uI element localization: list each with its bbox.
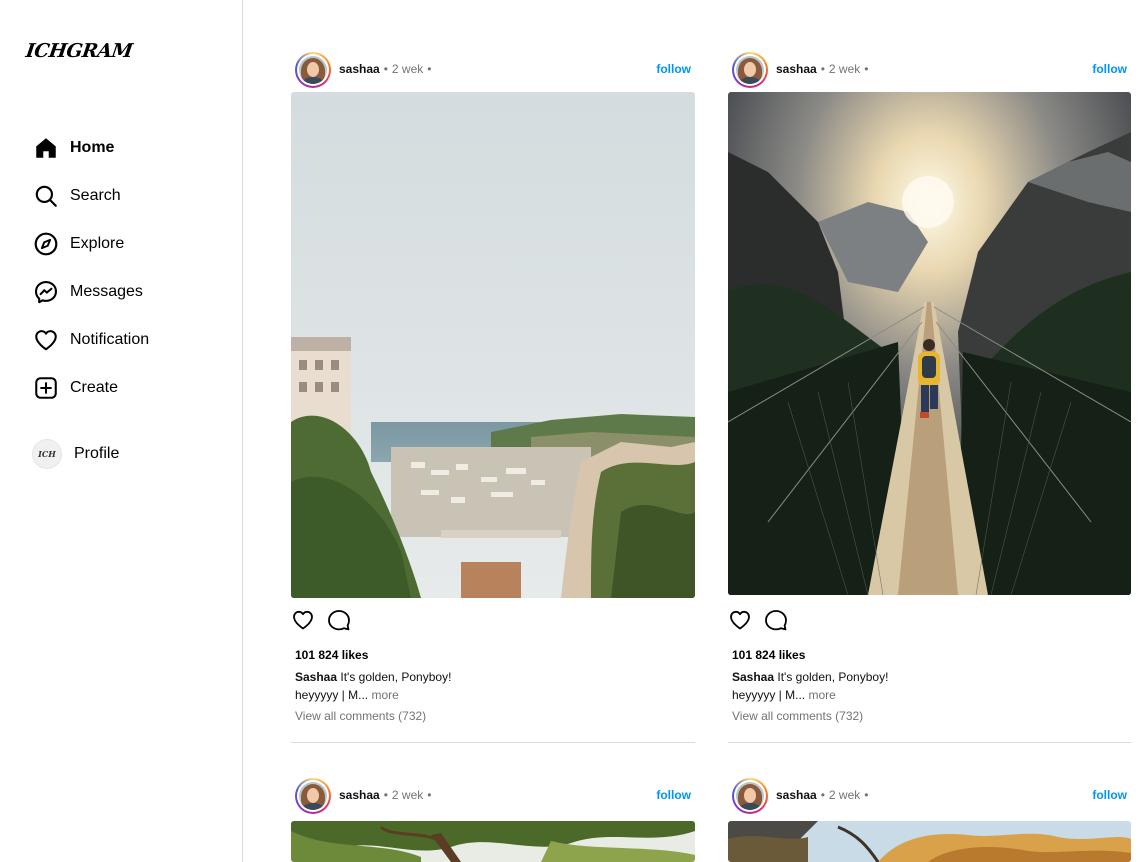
- caption-username[interactable]: Sashaa: [732, 670, 774, 684]
- post-actions: [291, 608, 695, 634]
- sidebar-item-label: Create: [70, 379, 119, 396]
- separator-dot: •: [820, 788, 825, 802]
- post-caption: Sashaa It's golden, Ponyboy!: [295, 670, 451, 684]
- follow-button[interactable]: follow: [656, 788, 691, 802]
- comment-icon[interactable]: [764, 608, 788, 632]
- monaco-harbor-photo[interactable]: [291, 92, 695, 598]
- post-username[interactable]: sashaa: [339, 788, 380, 802]
- post-username[interactable]: sashaa: [776, 62, 817, 76]
- tree-canopy-photo[interactable]: [291, 821, 695, 862]
- sidebar: ICHGRAM Home Search Explore Messages Not…: [0, 0, 243, 862]
- messenger-icon: [32, 278, 60, 306]
- separator-dot: •: [820, 62, 825, 76]
- post-divider: [728, 742, 1131, 743]
- user-avatar[interactable]: [732, 778, 768, 814]
- home-icon: [32, 134, 60, 162]
- separator-dot: •: [383, 62, 388, 76]
- post-time: 2 wek: [391, 62, 424, 76]
- sidebar-item-label: Profile: [74, 445, 120, 462]
- user-avatar[interactable]: [295, 52, 331, 88]
- sidebar-item-profile[interactable]: ICH Profile: [32, 438, 119, 470]
- sidebar-item-create[interactable]: Create: [32, 372, 118, 404]
- follow-button[interactable]: follow: [1092, 788, 1127, 802]
- more-link[interactable]: more: [808, 688, 835, 702]
- post-divider: [291, 742, 695, 743]
- app-logo[interactable]: ICHGRAM: [24, 40, 133, 62]
- sidebar-item-label: Home: [70, 139, 115, 156]
- plus-square-icon: [32, 374, 60, 402]
- sidebar-item-label: Explore: [70, 235, 125, 252]
- post-header: sashaa • 2 wek • follow: [728, 50, 1132, 90]
- post-header: sashaa • 2 wek • follow: [291, 50, 695, 90]
- separator-dot: •: [864, 62, 869, 76]
- sidebar-item-notification[interactable]: Notification: [32, 324, 149, 356]
- caption-line-text: heyyyyy | M...: [732, 688, 806, 702]
- likes-count[interactable]: 101 824 likes: [295, 648, 368, 662]
- view-comments-link[interactable]: View all comments (732): [295, 709, 426, 723]
- separator-dot: •: [383, 788, 388, 802]
- separator-dot: •: [427, 788, 432, 802]
- separator-dot: •: [427, 62, 432, 76]
- caption-text: It's golden, Ponyboy!: [340, 670, 452, 684]
- caption-line-text: heyyyyy | M...: [295, 688, 369, 702]
- post-header: sashaa • 2 wek • follow: [728, 776, 1132, 816]
- post-actions: [728, 608, 1132, 634]
- separator-dot: •: [864, 788, 869, 802]
- sidebar-item-label: Search: [70, 187, 121, 204]
- user-avatar[interactable]: [295, 778, 331, 814]
- caption-line: heyyyyy | M... more: [732, 688, 836, 702]
- user-avatar[interactable]: [732, 52, 768, 88]
- caption-text: It's golden, Ponyboy!: [777, 670, 889, 684]
- post-time: 2 wek: [828, 62, 861, 76]
- compass-icon: [32, 230, 60, 258]
- search-icon: [32, 182, 60, 210]
- likes-count[interactable]: 101 824 likes: [732, 648, 805, 662]
- post-time: 2 wek: [391, 788, 424, 802]
- sidebar-item-messages[interactable]: Messages: [32, 276, 143, 308]
- sidebar-item-label: Messages: [70, 283, 143, 300]
- heart-icon[interactable]: [291, 608, 315, 632]
- follow-button[interactable]: follow: [1092, 62, 1127, 76]
- post-username[interactable]: sashaa: [776, 788, 817, 802]
- post-time: 2 wek: [828, 788, 861, 802]
- heart-icon[interactable]: [728, 608, 752, 632]
- caption-line: heyyyyy | M... more: [295, 688, 399, 702]
- suspension-bridge-photo[interactable]: [728, 92, 1131, 595]
- caption-username[interactable]: Sashaa: [295, 670, 337, 684]
- post-caption: Sashaa It's golden, Ponyboy!: [732, 670, 888, 684]
- post-username[interactable]: sashaa: [339, 62, 380, 76]
- heart-icon: [32, 326, 60, 354]
- view-comments-link[interactable]: View all comments (732): [732, 709, 863, 723]
- follow-button[interactable]: follow: [656, 62, 691, 76]
- sidebar-item-search[interactable]: Search: [32, 180, 121, 212]
- sidebar-item-explore[interactable]: Explore: [32, 228, 124, 260]
- more-link[interactable]: more: [371, 688, 398, 702]
- post-header: sashaa • 2 wek • follow: [291, 776, 695, 816]
- autumn-trees-photo[interactable]: [728, 821, 1131, 862]
- sidebar-item-label: Notification: [70, 331, 150, 348]
- comment-icon[interactable]: [327, 608, 351, 632]
- sidebar-item-home[interactable]: Home: [32, 132, 114, 164]
- profile-avatar: ICH: [32, 439, 62, 469]
